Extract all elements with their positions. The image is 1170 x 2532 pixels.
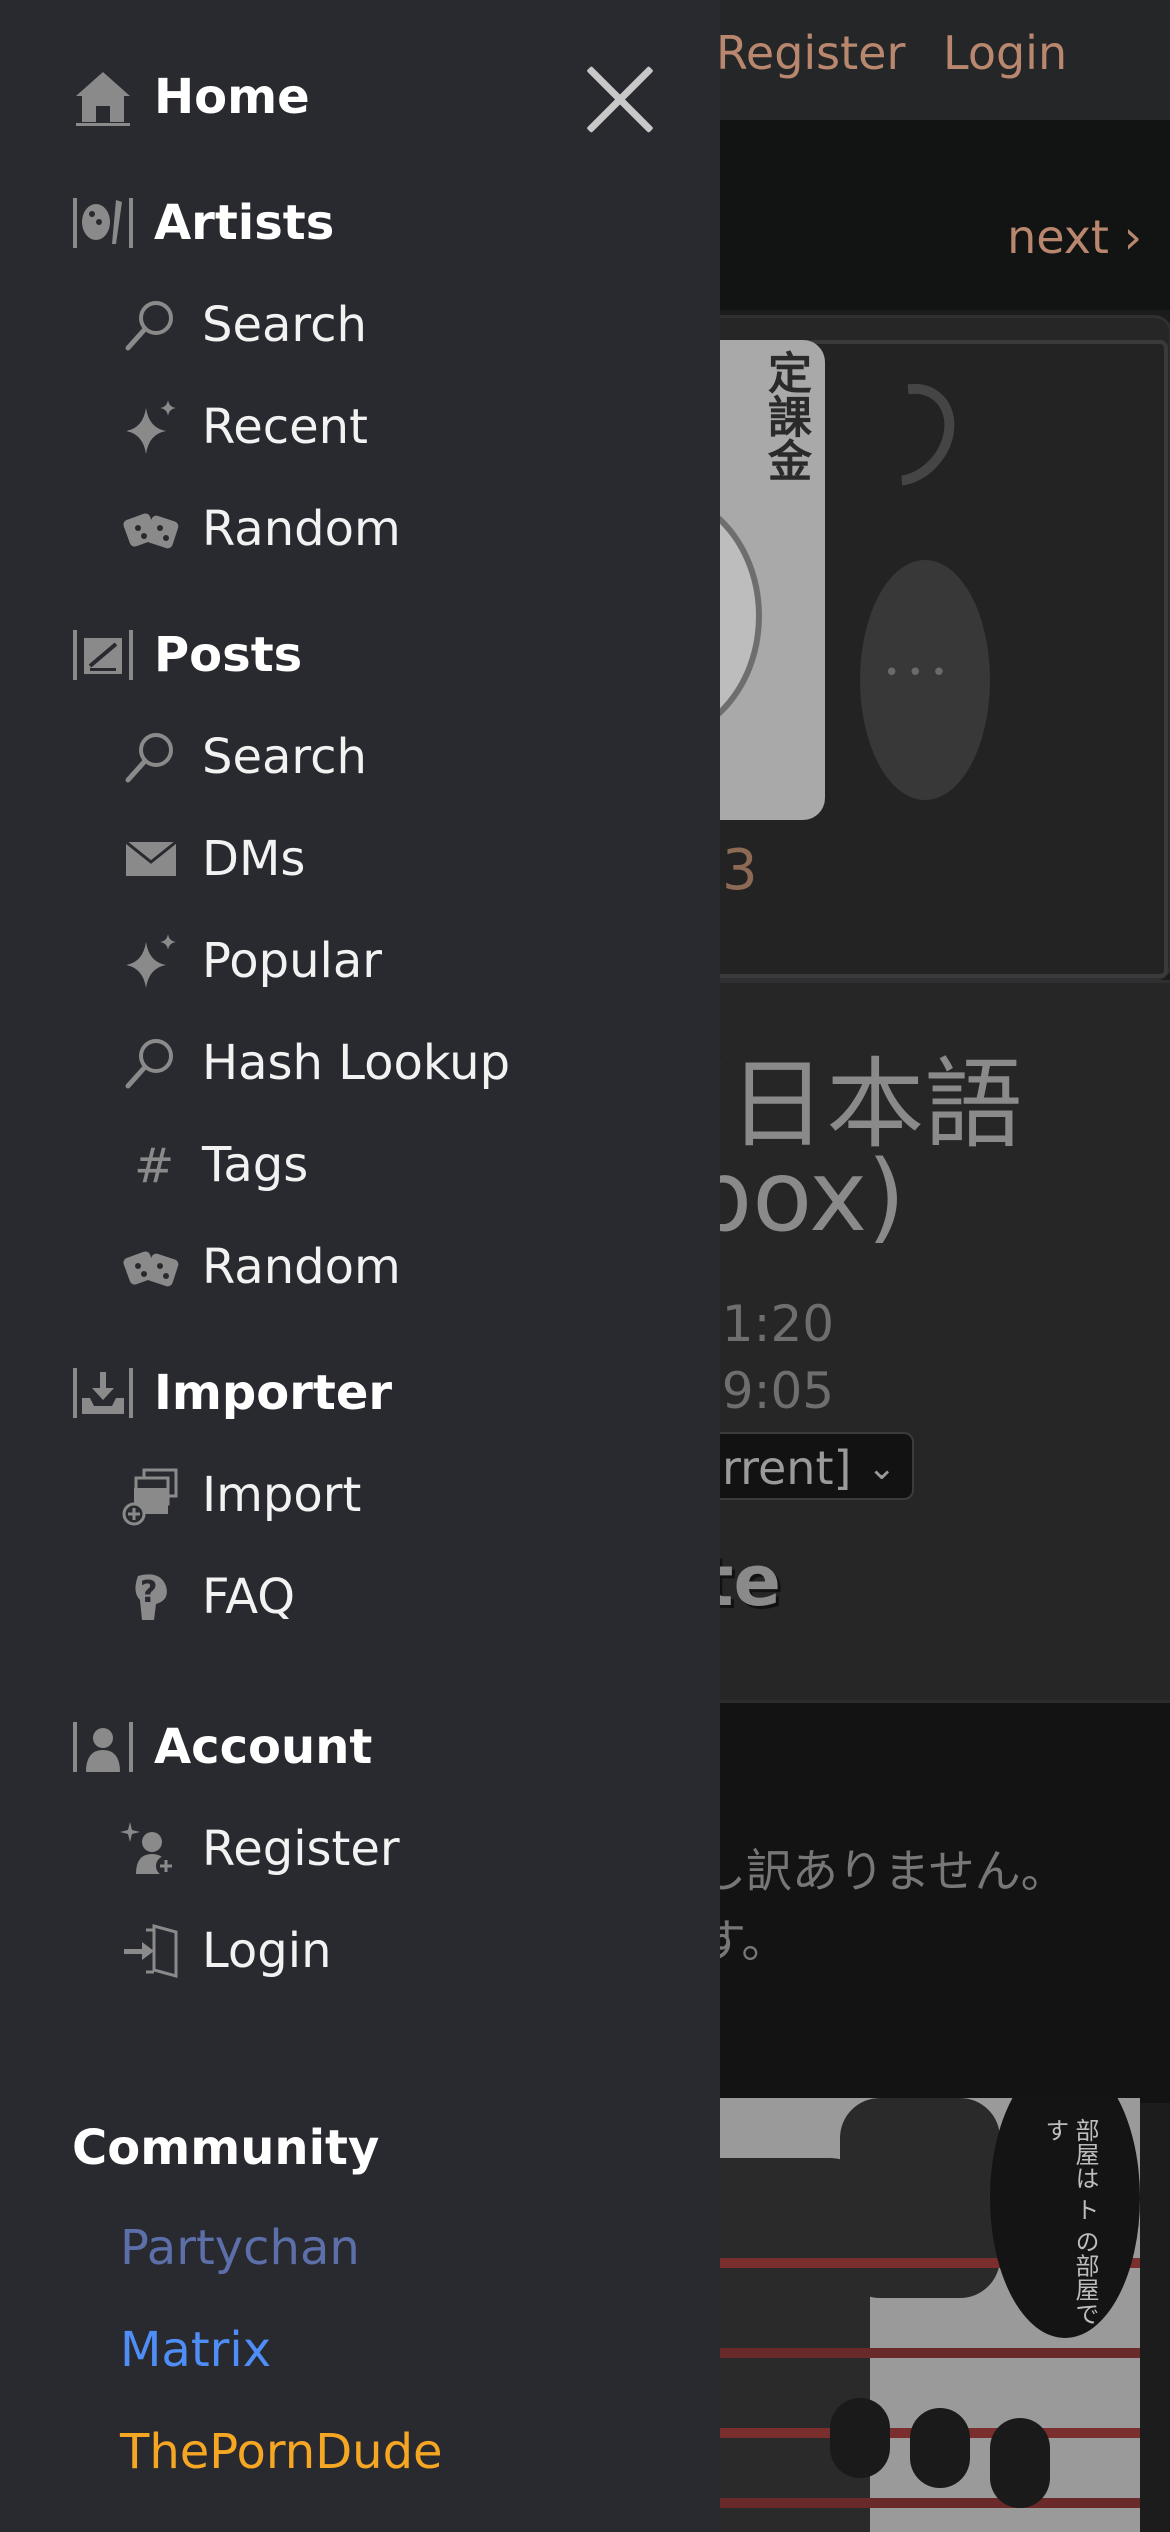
search-icon xyxy=(120,294,182,356)
nav-section-label: Home xyxy=(154,69,310,125)
community-link-partychan[interactable]: Partychan xyxy=(120,2220,360,2276)
close-icon[interactable] xyxy=(584,64,656,136)
account-icon xyxy=(72,1716,134,1778)
register-user-icon xyxy=(120,1818,182,1880)
posts-icon xyxy=(72,624,134,686)
nav-item-label: Search xyxy=(202,297,367,353)
chevron-down-icon: ⌄ xyxy=(867,1448,897,1488)
post-title-line-2: box) xyxy=(690,1140,906,1254)
nav-item-artists-random[interactable]: Random xyxy=(120,494,401,564)
dice-icon xyxy=(120,1236,182,1298)
community-link-matrix[interactable]: Matrix xyxy=(120,2322,271,2378)
nav-section-label: Importer xyxy=(154,1365,393,1421)
dice-icon xyxy=(120,498,182,560)
nav-item-artists-search[interactable]: Search xyxy=(120,290,367,360)
nav-section-account[interactable]: Account xyxy=(72,1712,372,1782)
nav-item-label: FAQ xyxy=(202,1569,295,1625)
register-link[interactable]: Register xyxy=(716,26,905,80)
envelope-icon xyxy=(120,828,182,890)
home-icon xyxy=(72,66,134,128)
svg-text:#: # xyxy=(134,1138,174,1194)
importer-tray-icon xyxy=(72,1362,134,1424)
speech-bubble: 部屋は ト の部屋です xyxy=(990,2098,1140,2338)
nav-item-posts-popular[interactable]: Popular xyxy=(120,926,382,996)
silhouette-shape xyxy=(860,560,990,800)
nav-item-posts-hash-lookup[interactable]: Hash Lookup xyxy=(120,1028,510,1098)
nav-section-label: Posts xyxy=(154,627,303,683)
nav-item-importer-import[interactable]: Import xyxy=(120,1460,361,1530)
import-icon xyxy=(120,1464,182,1526)
nav-item-label: Recent xyxy=(202,399,368,455)
navigation-drawer: Home Artists Search Recent Random Posts xyxy=(0,0,720,2532)
community-heading: Community xyxy=(72,2120,380,2176)
nav-item-artists-recent[interactable]: Recent xyxy=(120,392,368,462)
attachment-count: 3 xyxy=(722,838,758,903)
nav-item-label: Tags xyxy=(202,1137,309,1193)
nav-item-label: DMs xyxy=(202,831,306,887)
sparkle-icon xyxy=(120,396,182,458)
login-link[interactable]: Login xyxy=(943,26,1067,80)
revision-select-value: rrent] xyxy=(722,1441,852,1495)
nav-section-importer[interactable]: Importer xyxy=(72,1358,392,1428)
nav-item-posts-search[interactable]: Search xyxy=(120,722,367,792)
nav-section-label: Artists xyxy=(154,195,335,251)
nav-item-posts-tags[interactable]: # Tags xyxy=(120,1130,308,1200)
sparkle-icon xyxy=(120,930,182,992)
nav-item-posts-dms[interactable]: DMs xyxy=(120,824,305,894)
faq-icon: ? xyxy=(120,1566,182,1628)
nav-section-label: Account xyxy=(154,1719,373,1775)
notice-line-1: し訳ありません。 xyxy=(700,1844,1067,1898)
community-link-theporndude[interactable]: ThePornDude xyxy=(120,2424,443,2480)
nav-section-artists[interactable]: Artists xyxy=(72,188,334,258)
nav-item-label: Popular xyxy=(202,933,382,989)
nav-item-account-login[interactable]: Login xyxy=(120,1916,332,1986)
nav-item-label: Login xyxy=(202,1923,332,1979)
thumbnail-text: 定課金 xyxy=(760,350,811,482)
post-content-image[interactable]: 部屋は ト の部屋です xyxy=(690,2098,1140,2532)
nav-item-label: Register xyxy=(202,1821,400,1877)
login-icon xyxy=(120,1920,182,1982)
nav-item-label: Random xyxy=(202,1239,401,1295)
search-icon xyxy=(120,726,182,788)
nav-item-importer-faq[interactable]: ? FAQ xyxy=(120,1562,295,1632)
nav-item-label: Random xyxy=(202,501,401,557)
nav-item-label: Hash Lookup xyxy=(202,1035,511,1091)
nav-item-account-register[interactable]: Register xyxy=(120,1814,400,1884)
nav-item-label: Search xyxy=(202,729,367,785)
svg-text:?: ? xyxy=(140,1575,157,1610)
nav-section-home[interactable]: Home xyxy=(72,62,310,132)
next-page-link[interactable]: next › xyxy=(1007,210,1142,264)
hash-icon: # xyxy=(120,1134,182,1196)
nav-item-label: Import xyxy=(202,1467,362,1523)
nav-item-posts-random[interactable]: Random xyxy=(120,1232,401,1302)
search-icon xyxy=(120,1032,182,1094)
nav-section-posts[interactable]: Posts xyxy=(72,620,302,690)
artists-palette-icon xyxy=(72,192,134,254)
